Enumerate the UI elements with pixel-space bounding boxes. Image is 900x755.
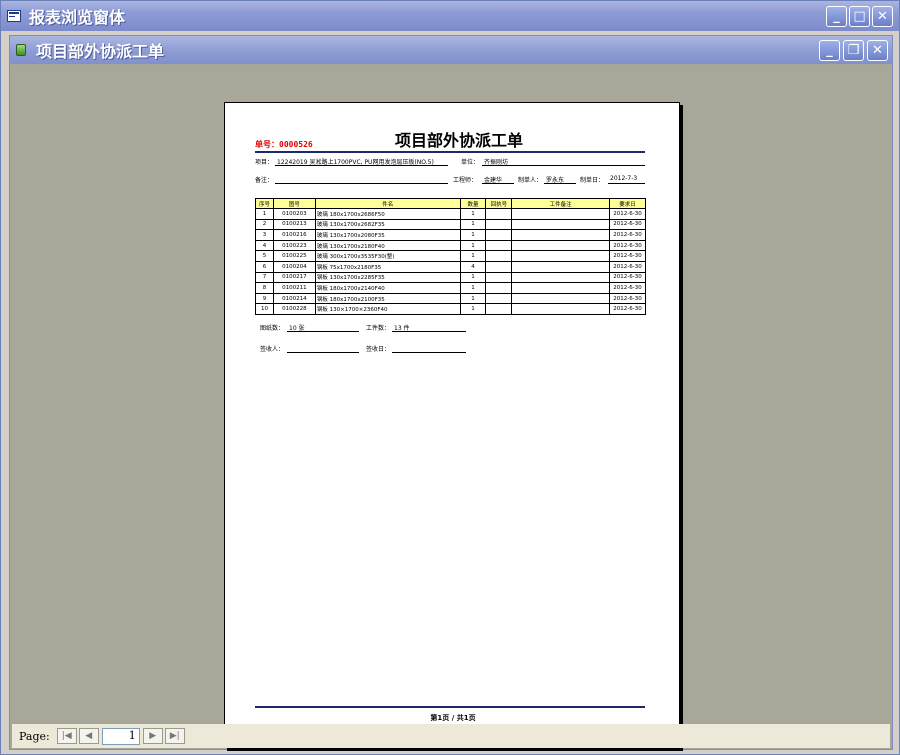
document-number: 单号：0000526 <box>255 140 313 149</box>
receiver-value <box>287 344 359 353</box>
footer-rule <box>255 706 645 708</box>
window-title-bar[interactable]: 报表浏览窗体 _ □ ✕ <box>1 1 899 31</box>
next-page-button[interactable]: ▶ <box>142 728 163 744</box>
table-row: 8 0100211 钢板 180x1700x2140F40 1 2012-6-30 <box>255 282 647 294</box>
report-page: 单号：0000526 项目部外协派工单 项目： 12242019 吴淞路上170… <box>224 102 680 748</box>
date-value: 2012-7-3 <box>608 175 645 184</box>
count-row: 图纸数： 10 张 工件数： 13 件 <box>260 323 480 335</box>
child-window-title: 项目部外协派工单 <box>36 42 165 61</box>
remark-row: 备注： 工程师： 金建华 制单人： 罗永东 制单日： 2012-7-3 <box>255 175 655 187</box>
next-page-icon: ▶ <box>149 731 157 741</box>
title-underline <box>255 151 645 153</box>
prev-page-icon: ◀ <box>85 731 93 741</box>
report-preview-area[interactable]: 单号：0000526 项目部外协派工单 项目： 12242019 吴淞路上170… <box>12 66 890 748</box>
maker-value: 罗永东 <box>544 175 576 184</box>
pieces-count: 13 件 <box>392 323 466 332</box>
minimize-button[interactable]: _ <box>826 6 847 27</box>
table-row: 2 0100213 玻璃 130x1700x2682F35 1 2012-6-30 <box>255 218 647 231</box>
page-label: Page: <box>19 729 50 743</box>
page-footer: 第1页 / 共1页 <box>430 714 476 722</box>
report-browser-window: 报表浏览窗体 _ □ ✕ 项目部外协派工单 _ ❐ ✕ 单号：0000526 项… <box>0 0 900 755</box>
project-row: 项目： 12242019 吴淞路上1700PVC, PU网用发泡层压板(NO.5… <box>255 157 655 169</box>
report-child-window: 项目部外协派工单 _ ❐ ✕ 单号：0000526 项目部外协派工单 项目： 1… <box>9 35 893 750</box>
page-number-input[interactable]: 1 <box>101 727 140 745</box>
table-row: 1 0100203 玻璃 180x1700x2686F50 1 2012-6-30 <box>255 208 647 220</box>
report-icon <box>16 44 26 56</box>
first-page-icon: |◀ <box>61 731 72 741</box>
remark-value <box>275 175 448 184</box>
window-app-icon <box>7 10 21 22</box>
last-page-icon: ▶| <box>169 731 180 741</box>
receipt-row: 签收人： 签收日： <box>260 344 480 356</box>
table-header-row: 序号 图号 件名 数量 回执号 工件备注 要求日 <box>255 198 647 209</box>
engineer-value: 金建华 <box>482 175 514 184</box>
unit-value: 齐振刚坊 <box>482 157 645 166</box>
receive-date-value <box>392 344 466 353</box>
child-title-bar[interactable]: 项目部外协派工单 _ ❐ ✕ <box>10 36 892 64</box>
report-title: 项目部外协派工单 <box>395 131 524 150</box>
page-navigation-bar: Page: |◀ ◀ 1 ▶ ▶| <box>12 724 890 748</box>
child-close-button[interactable]: ✕ <box>867 40 888 61</box>
table-row: 4 0100223 玻璃 130x1700x2180F40 1 2012-6-30 <box>255 239 647 252</box>
table-row: 6 0100204 钢板 75x1700x2180F35 4 2012-6-30 <box>255 260 647 273</box>
table-row: 5 0100225 玻璃 300x1700x3535F30(整) 1 2012-6-30 <box>255 250 647 262</box>
child-minimize-button[interactable]: _ <box>819 40 840 61</box>
table-row: 10 0100228 钢板 130×1700×2360F40 1 2012-6-30 <box>255 303 647 315</box>
table-row: 7 0100217 钢板 130x1700x2285F35 1 2012-6-30 <box>255 271 647 284</box>
project-value: 12242019 吴淞路上1700PVC, PU网用发泡层压板(NO.5) <box>275 157 448 166</box>
table-row: 3 0100216 玻璃 130x1700x2080F35 1 2012-6-30 <box>255 229 647 241</box>
drawings-count: 10 张 <box>287 323 359 332</box>
first-page-button[interactable]: |◀ <box>56 728 77 744</box>
prev-page-button[interactable]: ◀ <box>78 728 99 744</box>
last-page-button[interactable]: ▶| <box>164 728 185 744</box>
items-table: 序号 图号 件名 数量 回执号 工件备注 要求日 1 0100203 玻璃 180x… <box>255 198 647 315</box>
maximize-button[interactable]: □ <box>849 6 870 27</box>
table-row: 9 0100214 钢板 180x1700x2100F35 1 2012-6-30 <box>255 292 647 305</box>
window-title: 报表浏览窗体 <box>29 8 126 27</box>
close-button[interactable]: ✕ <box>872 6 893 27</box>
child-restore-button[interactable]: ❐ <box>843 40 864 61</box>
